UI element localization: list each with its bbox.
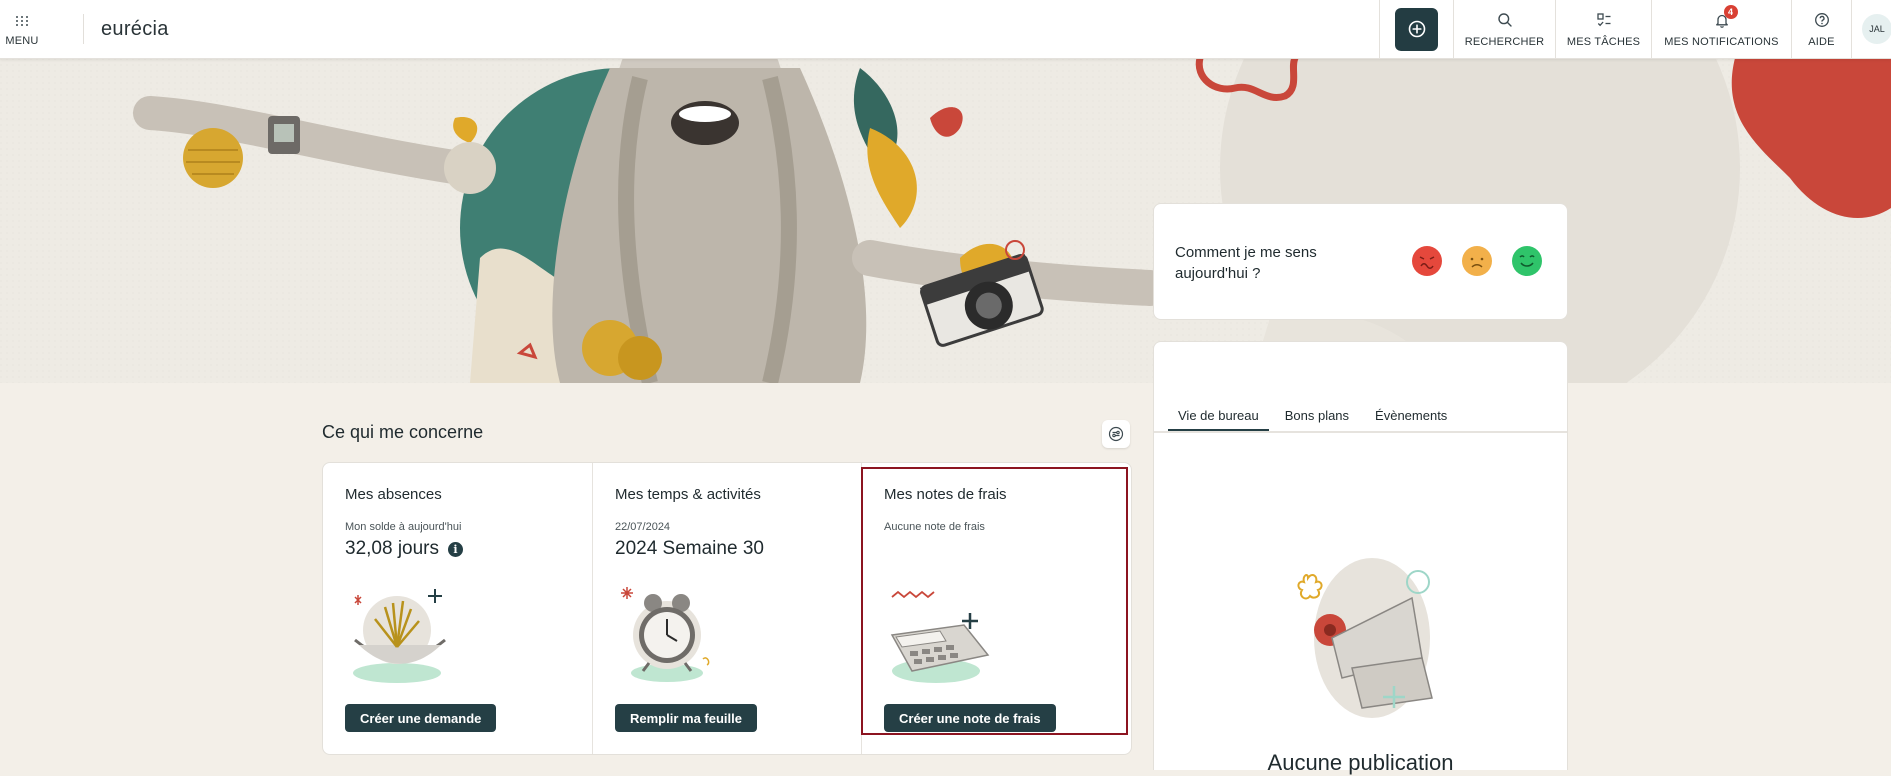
card-title: Mes absences bbox=[345, 486, 442, 503]
tabs-underline bbox=[1154, 431, 1567, 433]
nav-search[interactable]: RECHERCHER bbox=[1453, 0, 1555, 58]
search-icon bbox=[1497, 13, 1512, 27]
expense-status-text: Aucune note de frais bbox=[884, 521, 985, 533]
header-nav: RECHERCHER MES TÂCHES 4 MES NOTIFICATION… bbox=[1379, 0, 1891, 58]
nav-search-label: RECHERCHER bbox=[1464, 36, 1545, 48]
grid-menu-icon bbox=[16, 16, 28, 26]
create-absence-request-button[interactable]: Créer une demande bbox=[345, 704, 497, 732]
card-subtitle: Mon solde à aujourd'hui bbox=[345, 521, 462, 533]
create-button-wrap bbox=[1379, 0, 1453, 58]
mood-options bbox=[1411, 245, 1543, 277]
tab-bons-plans[interactable]: Bons plans bbox=[1275, 408, 1359, 431]
hero-illustration bbox=[0, 58, 1891, 383]
card-expense-reports: Mes notes de frais Aucune note de frais … bbox=[862, 463, 1131, 754]
card-title: Mes temps & activités bbox=[615, 486, 761, 503]
nav-tasks-label: MES TÂCHES bbox=[1566, 36, 1641, 48]
news-feed-body: Aucune publication bbox=[1153, 476, 1568, 775]
alarm-clock-illustration bbox=[621, 587, 710, 682]
notification-count-badge: 4 bbox=[1723, 5, 1738, 19]
section-title-concerns: Ce qui me concerne bbox=[322, 422, 484, 442]
card-absences: Mes absences Mon solde à aujourd'hui 32,… bbox=[323, 463, 592, 754]
hero-banner bbox=[0, 58, 1891, 383]
nav-help-label: AIDE bbox=[1808, 36, 1835, 48]
concerns-cards: Mes absences Mon solde à aujourd'hui 32,… bbox=[322, 462, 1132, 755]
card-title: Mes notes de frais bbox=[884, 486, 1007, 503]
nav-tasks[interactable]: MES TÂCHES bbox=[1555, 0, 1651, 58]
timesheet-week-value: 2024 Semaine 30 bbox=[615, 538, 764, 559]
mood-widget: Comment je me sens aujourd'hui ? bbox=[1153, 203, 1568, 320]
user-menu[interactable]: JAL bbox=[1851, 0, 1891, 58]
empty-feed-title: Aucune publication bbox=[1267, 750, 1454, 775]
plus-circle-icon bbox=[1408, 20, 1425, 38]
menu-label: MENU bbox=[5, 35, 39, 47]
nav-notifications-label: MES NOTIFICATIONS bbox=[1664, 36, 1779, 48]
card-date: 22/07/2024 bbox=[615, 521, 671, 533]
hammock-plant-illustration bbox=[353, 589, 446, 683]
absence-balance-value: 32,08 jours bbox=[345, 538, 440, 559]
calculator-illustration bbox=[890, 590, 990, 683]
top-bar: MENU eurécia RECHERCHER MES TÂCHES 4 MES… bbox=[0, 0, 1891, 59]
info-icon[interactable]: i bbox=[448, 541, 464, 557]
menu-button[interactable]: MENU bbox=[0, 0, 44, 58]
tab-evenements[interactable]: Évènements bbox=[1365, 408, 1457, 431]
mood-question: Comment je me sens aujourd'hui ? bbox=[1175, 244, 1317, 282]
avatar: JAL bbox=[1862, 14, 1891, 44]
news-feed-header: Vie de bureau Bons plans Évènements bbox=[1153, 341, 1568, 477]
card-time-activities: Mes temps & activités 22/07/2024 2024 Se… bbox=[593, 463, 862, 754]
customize-widgets-button[interactable] bbox=[1102, 420, 1130, 448]
fill-timesheet-button[interactable]: Remplir ma feuille bbox=[615, 704, 757, 732]
nav-notifications[interactable]: 4 MES NOTIFICATIONS bbox=[1651, 0, 1791, 58]
sliders-icon bbox=[1108, 426, 1124, 442]
divider bbox=[83, 14, 84, 44]
sad-face-icon[interactable] bbox=[1461, 245, 1493, 277]
happy-face-icon[interactable] bbox=[1511, 245, 1543, 277]
angry-face-icon[interactable] bbox=[1411, 245, 1443, 277]
create-button[interactable] bbox=[1395, 7, 1438, 51]
tasks-icon bbox=[1596, 13, 1610, 27]
help-icon bbox=[1814, 13, 1829, 27]
tab-vie-de-bureau[interactable]: Vie de bureau bbox=[1168, 408, 1269, 432]
megaphone-illustration bbox=[1297, 558, 1433, 718]
app-logo[interactable]: eurécia bbox=[101, 18, 169, 41]
feed-tabs: Vie de bureau Bons plans Évènements bbox=[1168, 408, 1463, 432]
card-value-wrap: 32,08 jours i bbox=[345, 538, 464, 560]
create-expense-report-button[interactable]: Créer une note de frais bbox=[884, 704, 1056, 732]
nav-help[interactable]: AIDE bbox=[1791, 0, 1851, 58]
